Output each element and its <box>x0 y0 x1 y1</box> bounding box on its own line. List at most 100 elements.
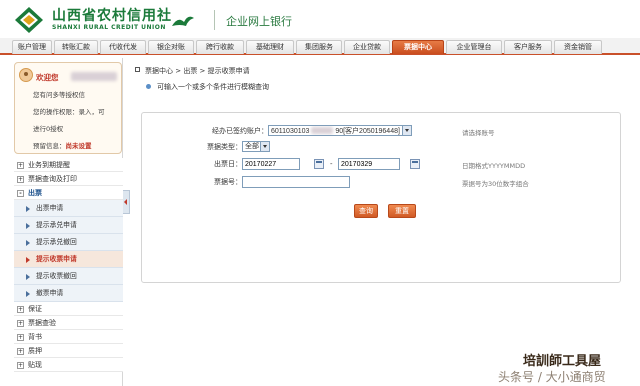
bill-type-label: 票据类型： <box>207 143 242 151</box>
menu-group-pledge[interactable]: + 质押 <box>14 344 123 358</box>
menu-group-label: 出票 <box>28 189 42 197</box>
system-title: 企业网上银行 <box>226 15 292 28</box>
menu-group-due-reminder[interactable]: + 业务到期提醒 <box>14 158 123 172</box>
expand-icon[interactable]: + <box>17 176 24 183</box>
menu-group-label: 贴现 <box>28 361 42 369</box>
bill-number-input[interactable] <box>242 176 350 188</box>
menu-group-discount[interactable]: + 贴现 <box>14 358 123 372</box>
arrow-right-icon <box>26 291 30 297</box>
user-info-box: 欢迎您 您有问多等授权信 您的操作权限：录入，可 进行0授权 预留信息：尚未设置 <box>14 62 122 154</box>
bank-name-en: SHANXI RURAL CREDIT UNION <box>52 24 166 31</box>
top-nav: 账户管理 转账汇款 代收代发 银企对账 跨行收款 基础理财 集团服务 企业贷款 … <box>0 38 640 55</box>
expand-icon[interactable]: + <box>17 162 24 169</box>
menu-item-label: 提示收票撤回 <box>36 272 77 280</box>
sidebar: 欢迎您 您有问多等授权信 您的操作权限：录入，可 进行0授权 预留信息：尚未设置… <box>10 58 123 386</box>
user-message-line[interactable]: 您有问多等授权信 <box>33 89 85 99</box>
arrow-right-icon <box>26 274 30 280</box>
calendar-icon[interactable] <box>410 159 420 169</box>
menu-group-label: 票据查询及打印 <box>28 175 77 183</box>
arrow-right-icon <box>26 223 30 229</box>
sidebar-collapse-toggle[interactable] <box>123 190 130 214</box>
reset-button[interactable]: 重置 <box>388 204 416 218</box>
reserved-info-value[interactable]: 尚未设置 <box>66 142 92 150</box>
redacted-account <box>311 127 334 134</box>
watermark-title: 培訓師工具屋 <box>523 354 602 369</box>
query-form-panel: 经办已签约账户： 6011030103 90[客户2050196448] 请选择… <box>141 112 621 283</box>
reserved-info-label: 预留信息： <box>33 142 66 150</box>
tab-transfer[interactable]: 转账汇款 <box>54 40 98 54</box>
collapse-icon[interactable]: - <box>17 190 24 197</box>
arrow-right-icon <box>26 240 30 246</box>
issue-date-from-input[interactable] <box>242 158 300 170</box>
bill-number-label: 票据号： <box>214 178 242 186</box>
main-content: 票据中心 > 出票 > 提示收票申请 可输入一个或多个条件进行模糊查询 经办已签… <box>135 60 629 382</box>
side-menu: + 业务到期提醒 + 票据查询及打印 - 出票 出票申请 提示承兑申请 提示承兑… <box>14 158 123 372</box>
menu-group-label: 质押 <box>28 347 42 355</box>
tab-account-management[interactable]: 账户管理 <box>12 40 52 54</box>
menu-group-bill-query[interactable]: + 票据查询及打印 <box>14 172 123 186</box>
menu-item-label: 提示承兑撤回 <box>36 238 77 246</box>
bill-number-note: 票据号为30位数字组合 <box>462 180 529 188</box>
menu-item-receive-withdraw[interactable]: 提示收票撤回 <box>14 268 123 285</box>
expand-icon[interactable]: + <box>17 334 24 341</box>
tab-group-service[interactable]: 集团服务 <box>296 40 342 54</box>
menu-item-receive-apply[interactable]: 提示收票申请 <box>14 251 123 268</box>
tab-fund-management[interactable]: 资金销管 <box>554 40 602 54</box>
expand-icon[interactable]: + <box>17 348 24 355</box>
watermark-source: 头条号 / 大小通商贸 <box>498 370 606 384</box>
breadcrumb: 票据中心 > 出票 > 提示收票申请 <box>145 67 250 75</box>
tab-wealth[interactable]: 基础理财 <box>246 40 294 54</box>
expand-icon[interactable]: + <box>17 320 24 327</box>
account-value: 6011030103 <box>271 128 310 135</box>
user-auth-line: 进行0授权 <box>33 125 64 133</box>
menu-group-label: 保证 <box>28 305 42 313</box>
menu-item-label: 提示收票申请 <box>36 255 77 263</box>
expand-icon[interactable]: + <box>17 362 24 369</box>
menu-item-accept-apply[interactable]: 提示承兑申请 <box>14 217 123 234</box>
menu-item-cancel-apply[interactable]: 撤票申请 <box>14 285 123 302</box>
expand-icon[interactable]: + <box>17 306 24 313</box>
account-label: 经办已签约账户： <box>212 127 268 135</box>
reserved-info-line: 预留信息：尚未设置 <box>33 140 92 150</box>
avatar <box>19 68 33 82</box>
header-divider <box>214 10 215 30</box>
query-button[interactable]: 查询 <box>354 204 378 218</box>
header: 山西省农村信用社 SHANXI RURAL CREDIT UNION 企业网上银… <box>0 0 640 38</box>
menu-item-label: 提示承兑申请 <box>36 221 77 229</box>
chevron-down-icon[interactable] <box>402 126 411 135</box>
menu-item-issue-apply[interactable]: 出票申请 <box>14 200 123 217</box>
search-hint: 可输入一个或多个条件进行模糊查询 <box>157 83 269 91</box>
tab-collect-pay[interactable]: 代收代发 <box>100 40 146 54</box>
bullet-icon <box>146 84 151 89</box>
calendar-icon[interactable] <box>314 159 324 169</box>
date-format-note: 日期格式YYYYMMDD <box>462 162 526 170</box>
issue-date-label: 出票日： <box>214 160 242 168</box>
tab-reconcile[interactable]: 银企对账 <box>148 40 194 54</box>
bill-type-select[interactable]: 全部 <box>242 141 270 152</box>
menu-group-guarantee[interactable]: + 保证 <box>14 302 123 316</box>
menu-group-endorse[interactable]: + 背书 <box>14 330 123 344</box>
menu-group-label: 业务到期提醒 <box>28 161 70 169</box>
tab-corporate-loan[interactable]: 企业贷款 <box>344 40 390 54</box>
tab-bill-center[interactable]: 票据中心 <box>392 40 444 54</box>
breadcrumb-icon <box>135 67 140 72</box>
tab-interbank-collect[interactable]: 跨行收款 <box>196 40 244 54</box>
redacted-username <box>71 72 117 81</box>
date-separator: - <box>330 160 333 168</box>
bank-logo-icon <box>15 7 43 33</box>
issue-date-to-input[interactable] <box>338 158 400 170</box>
menu-group-bill-verify[interactable]: + 票据查验 <box>14 316 123 330</box>
arrow-right-icon <box>26 257 30 263</box>
menu-item-label: 撤票申请 <box>36 289 64 297</box>
tab-customer-service[interactable]: 客户服务 <box>504 40 552 54</box>
menu-item-accept-withdraw[interactable]: 提示承兑撤回 <box>14 234 123 251</box>
menu-group-label: 票据查验 <box>28 319 56 327</box>
tab-enterprise-admin[interactable]: 企业管理台 <box>446 40 502 54</box>
welcome-text: 欢迎您 <box>36 73 59 82</box>
account-tail: 90[客户2050196448] <box>335 128 400 135</box>
menu-group-issue[interactable]: - 出票 <box>14 186 123 200</box>
bird-icon <box>172 16 194 26</box>
menu-item-label: 出票申请 <box>36 204 64 212</box>
account-select[interactable]: 6011030103 90[客户2050196448] <box>268 125 412 136</box>
chevron-down-icon[interactable] <box>260 142 269 151</box>
